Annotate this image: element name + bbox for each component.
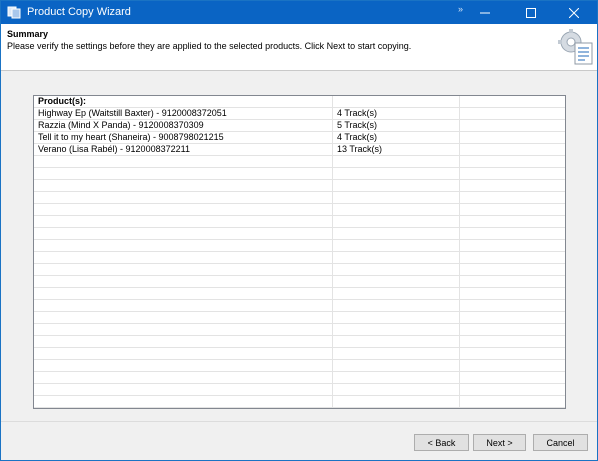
empty-row bbox=[34, 384, 565, 396]
minimize-button[interactable] bbox=[462, 1, 508, 24]
empty-row bbox=[34, 180, 565, 192]
table-row[interactable]: Tell it to my heart (Shaneira) - 9008798… bbox=[34, 132, 565, 144]
settings-checklist-icon bbox=[558, 29, 593, 65]
wizard-header: Summary Please verify the settings befor… bbox=[1, 24, 597, 71]
product-cell: Razzia (Mind X Panda) - 9120008370309 bbox=[38, 120, 204, 130]
close-button[interactable] bbox=[551, 1, 597, 24]
empty-row bbox=[34, 216, 565, 228]
product-cell: Highway Ep (Waitstill Baxter) - 91200083… bbox=[38, 108, 227, 118]
empty-row bbox=[34, 264, 565, 276]
header-description: Please verify the settings before they a… bbox=[7, 41, 412, 51]
empty-row bbox=[34, 324, 565, 336]
copy-icon bbox=[7, 6, 21, 19]
empty-row bbox=[34, 312, 565, 324]
tracks-cell: 4 Track(s) bbox=[337, 132, 378, 142]
empty-row bbox=[34, 348, 565, 360]
empty-row bbox=[34, 372, 565, 384]
table-row[interactable]: Highway Ep (Waitstill Baxter) - 91200083… bbox=[34, 108, 565, 120]
empty-row bbox=[34, 288, 565, 300]
product-cell: Tell it to my heart (Shaneira) - 9008798… bbox=[38, 132, 224, 142]
wizard-window: Product Copy Wizard » Summary Please ver… bbox=[0, 0, 598, 461]
maximize-icon bbox=[526, 7, 536, 18]
grid-header-row: Product(s): bbox=[34, 96, 565, 108]
empty-row bbox=[34, 228, 565, 240]
tracks-cell: 5 Track(s) bbox=[337, 120, 378, 130]
products-header-label: Product(s): bbox=[38, 96, 86, 106]
maximize-button[interactable] bbox=[508, 1, 554, 24]
window-title: Product Copy Wizard bbox=[27, 6, 131, 18]
empty-row bbox=[34, 300, 565, 312]
empty-row bbox=[34, 240, 565, 252]
empty-row bbox=[34, 192, 565, 204]
products-grid[interactable]: Product(s): Highway Ep (Waitstill Baxter… bbox=[33, 95, 566, 409]
empty-row bbox=[34, 168, 565, 180]
empty-row bbox=[34, 204, 565, 216]
empty-row bbox=[34, 156, 565, 168]
back-button[interactable]: < Back bbox=[414, 434, 469, 451]
empty-row bbox=[34, 276, 565, 288]
tracks-cell: 13 Track(s) bbox=[337, 144, 383, 154]
cancel-button[interactable]: Cancel bbox=[533, 434, 588, 451]
empty-row bbox=[34, 336, 565, 348]
header-title: Summary bbox=[7, 29, 49, 39]
table-row[interactable]: Razzia (Mind X Panda) - 9120008370309 5 … bbox=[34, 120, 565, 132]
empty-row bbox=[34, 360, 565, 372]
empty-row bbox=[34, 396, 565, 408]
product-cell: Verano (Lisa Rabél) - 9120008372211 bbox=[38, 144, 190, 154]
next-button[interactable]: Next > bbox=[473, 434, 526, 451]
empty-rows bbox=[34, 156, 565, 408]
tracks-cell: 4 Track(s) bbox=[337, 108, 378, 118]
empty-row bbox=[34, 252, 565, 264]
table-row[interactable]: Verano (Lisa Rabél) - 9120008372211 13 T… bbox=[34, 144, 565, 156]
minimize-icon bbox=[480, 12, 490, 13]
footer-divider bbox=[1, 421, 597, 422]
title-bar[interactable]: Product Copy Wizard » bbox=[1, 1, 597, 24]
close-icon bbox=[569, 7, 579, 18]
